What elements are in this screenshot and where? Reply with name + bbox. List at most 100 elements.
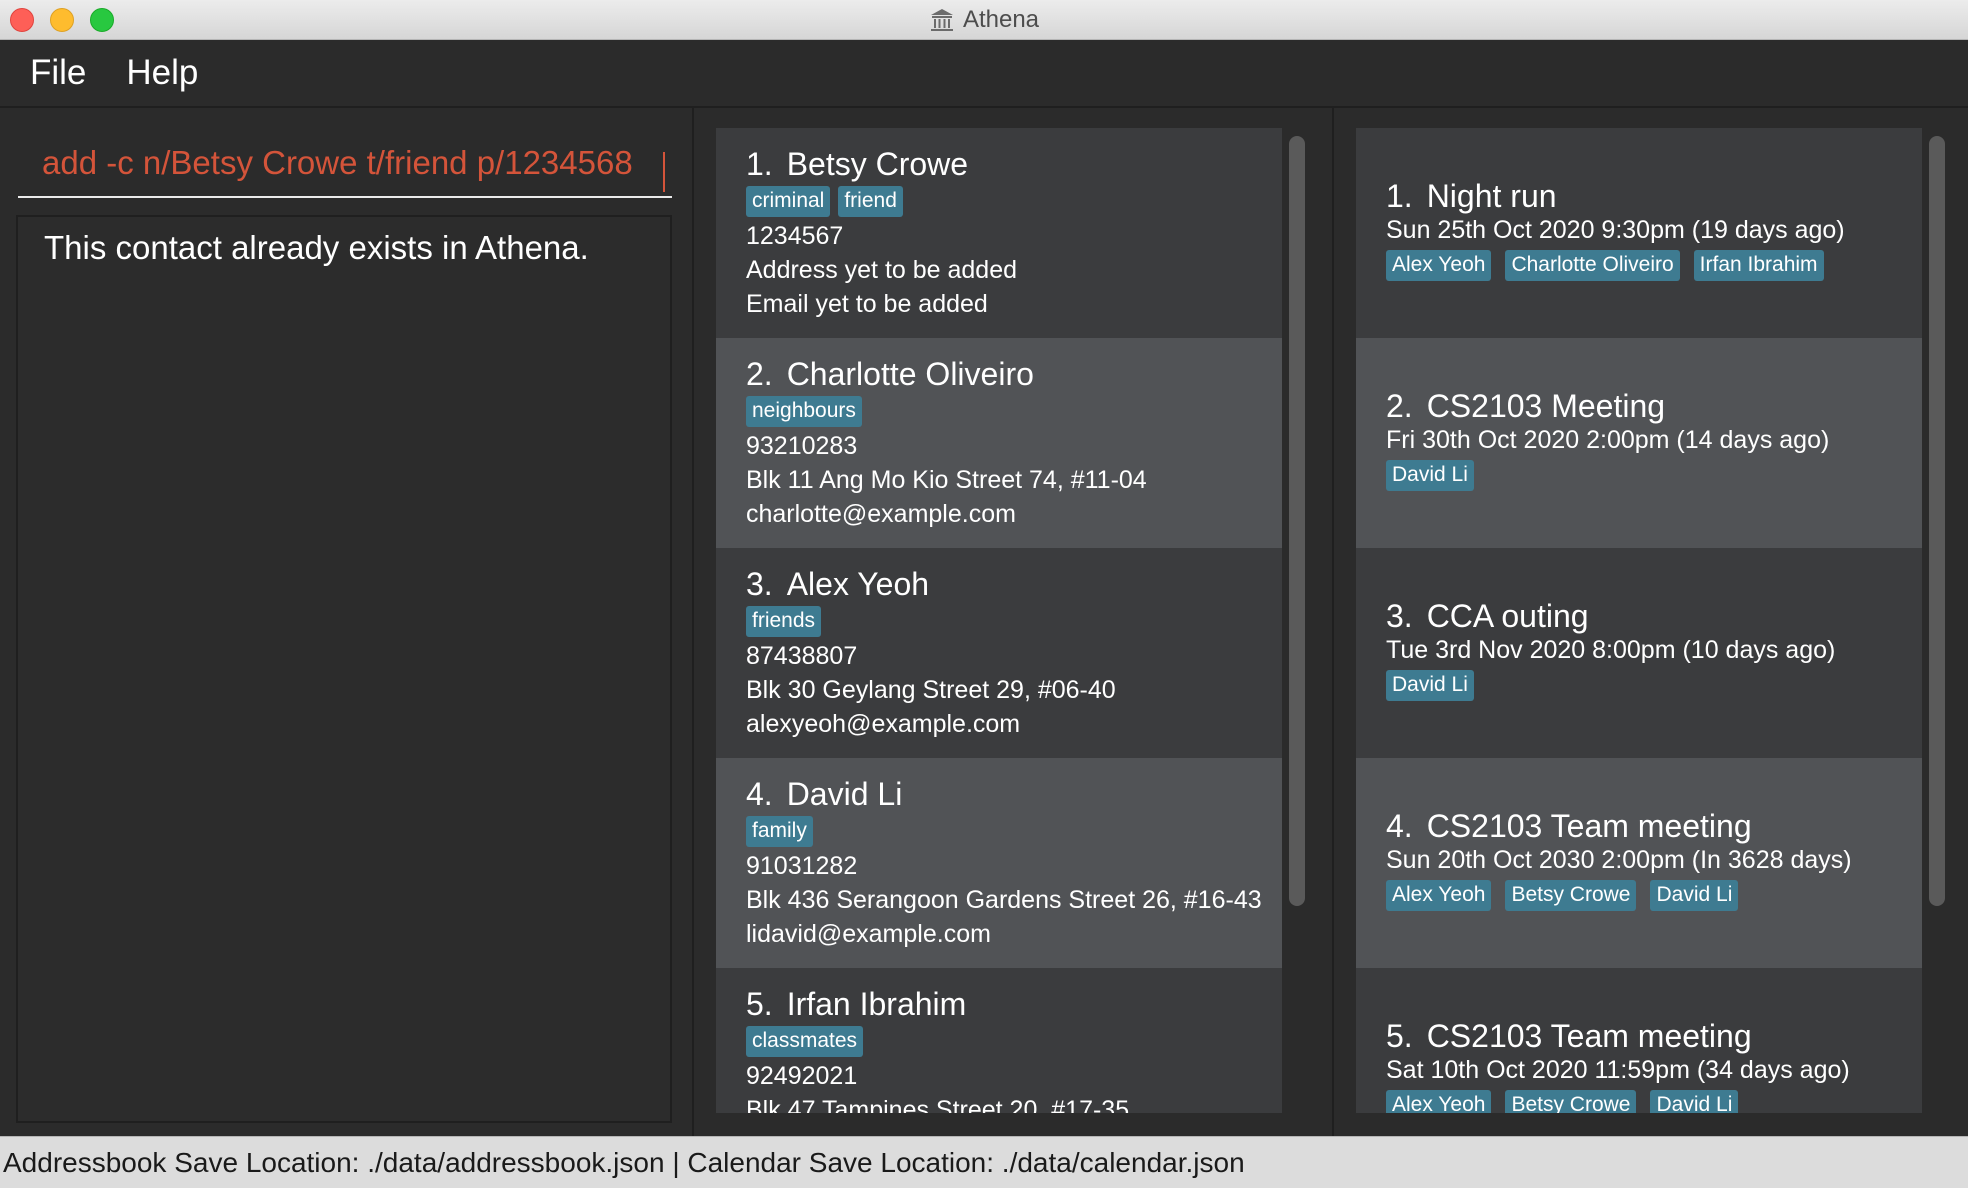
- event-person-tag: Alex Yeoh: [1386, 880, 1492, 911]
- contact-name-row: 5. Irfan Ibrahim: [746, 986, 966, 1023]
- contact-tags: neighbours: [746, 396, 862, 427]
- contact-tag: neighbours: [746, 396, 862, 427]
- contact-tag: criminal: [746, 186, 831, 217]
- save-location-text: Addressbook Save Location: ./data/addres…: [3, 1146, 1245, 1178]
- command-box: [18, 128, 672, 198]
- window-title: Athena: [962, 6, 1040, 33]
- contact-index: 5.: [746, 986, 773, 1022]
- contact-tags: family: [746, 816, 813, 847]
- contact-name: Irfan Ibrahim: [786, 986, 967, 1022]
- contact-index: 1.: [746, 146, 773, 182]
- event-name-row: 3. CCA outing: [1386, 598, 1589, 635]
- event-people: David Li: [1386, 460, 1474, 491]
- window-title-group: Athena: [0, 0, 1968, 40]
- event-card[interactable]: 1. Night run Sun 25th Oct 2020 9:30pm (19…: [1356, 128, 1922, 338]
- contact-card[interactable]: 3. Alex Yeoh friends 87438807 Blk 30 Geyl…: [716, 548, 1282, 758]
- event-name: CS2103 Team meeting: [1426, 1018, 1752, 1054]
- event-people: Alex Yeoh Charlotte Oliveiro Irfan Ibrah…: [1386, 250, 1824, 281]
- result-message: This contact already exists in Athena.: [44, 229, 589, 266]
- event-card[interactable]: 2. CS2103 Meeting Fri 30th Oct 2020 2:00p…: [1356, 338, 1922, 548]
- contact-card[interactable]: 4. David Li family 91031282 Blk 436 Seran…: [716, 758, 1282, 968]
- event-person-tag: David Li: [1386, 670, 1474, 701]
- event-index: 3.: [1386, 598, 1413, 634]
- event-datetime: Fri 30th Oct 2020 2:00pm (14 days ago): [1386, 426, 1830, 454]
- menu-file[interactable]: File: [30, 53, 86, 93]
- contact-email: lidavid@example.com: [746, 920, 991, 948]
- contact-tag: friends: [746, 606, 822, 637]
- contact-phone: 93210283: [746, 432, 858, 460]
- event-name: Night run: [1426, 178, 1557, 214]
- contact-list-pane: 1. Betsy Crowe criminal friend 1234567 Ad…: [694, 108, 1334, 1136]
- event-person-tag: David Li: [1386, 460, 1474, 491]
- event-list-pane: 1. Night run Sun 25th Oct 2020 9:30pm (19…: [1334, 108, 1968, 1136]
- contact-name: Charlotte Oliveiro: [786, 356, 1034, 392]
- event-datetime: Sun 25th Oct 2020 9:30pm (19 days ago): [1386, 216, 1845, 244]
- contact-tags: criminal friend: [746, 186, 903, 217]
- event-people: Alex Yeoh Betsy Crowe David Li: [1386, 880, 1739, 911]
- event-people: Alex Yeoh Betsy Crowe David Li: [1386, 1090, 1739, 1113]
- contact-phone: 87438807: [746, 642, 858, 670]
- contact-phone: 1234567: [746, 222, 844, 250]
- event-name: CS2103 Team meeting: [1426, 808, 1752, 844]
- event-name-row: 4. CS2103 Team meeting: [1386, 808, 1752, 845]
- result-display: This contact already exists in Athena.: [16, 215, 672, 1123]
- contact-name-row: 2. Charlotte Oliveiro: [746, 356, 1034, 393]
- contact-tag: friend: [838, 186, 903, 217]
- event-datetime: Sat 10th Oct 2020 11:59pm (34 days ago): [1386, 1056, 1850, 1084]
- event-index: 5.: [1386, 1018, 1413, 1054]
- event-list-scrollbar[interactable]: [1929, 136, 1945, 906]
- contact-name: Betsy Crowe: [786, 146, 969, 182]
- event-person-tag: David Li: [1650, 1090, 1739, 1113]
- contact-address: Address yet to be added: [746, 256, 1018, 284]
- contact-name: David Li: [786, 776, 903, 812]
- window-titlebar: Athena: [0, 0, 1968, 40]
- contact-index: 2.: [746, 356, 773, 392]
- event-name: CS2103 Meeting: [1426, 388, 1666, 424]
- contact-list-scrollbar[interactable]: [1289, 136, 1305, 906]
- event-person-tag: David Li: [1650, 880, 1739, 911]
- contact-phone: 91031282: [746, 852, 858, 880]
- contact-index: 3.: [746, 566, 773, 602]
- contact-phone: 92492021: [746, 1062, 858, 1090]
- contact-address: Blk 30 Geylang Street 29, #06-40: [746, 676, 1116, 704]
- command-input[interactable]: [18, 128, 672, 196]
- contact-email: alexyeoh@example.com: [746, 710, 1021, 738]
- command-pane: This contact already exists in Athena.: [0, 108, 694, 1136]
- contact-card[interactable]: 2. Charlotte Oliveiro neighbours 93210283…: [716, 338, 1282, 548]
- athena-temple-icon: [930, 9, 953, 31]
- event-person-tag: Betsy Crowe: [1505, 1090, 1637, 1113]
- contact-list[interactable]: 1. Betsy Crowe criminal friend 1234567 Ad…: [716, 128, 1282, 1113]
- event-people: David Li: [1386, 670, 1474, 701]
- event-person-tag: Alex Yeoh: [1386, 250, 1492, 281]
- event-card[interactable]: 3. CCA outing Tue 3rd Nov 2020 8:00pm (10…: [1356, 548, 1922, 758]
- event-card[interactable]: 4. CS2103 Team meeting Sun 20th Oct 2030 …: [1356, 758, 1922, 968]
- event-name-row: 2. CS2103 Meeting: [1386, 388, 1665, 425]
- contact-tag: family: [746, 816, 813, 847]
- text-cursor: [663, 152, 665, 192]
- event-person-tag: Irfan Ibrahim: [1693, 250, 1824, 281]
- event-name-row: 1. Night run: [1386, 178, 1557, 215]
- contact-tags: friends: [746, 606, 822, 637]
- contact-address: Blk 436 Serangoon Gardens Street 26, #16…: [746, 886, 1262, 914]
- event-card[interactable]: 5. CS2103 Team meeting Sat 10th Oct 2020 …: [1356, 968, 1922, 1113]
- contact-email: Email yet to be added: [746, 290, 988, 318]
- menu-bar: File Help: [0, 40, 1968, 108]
- contact-card[interactable]: 1. Betsy Crowe criminal friend 1234567 Ad…: [716, 128, 1282, 338]
- event-index: 2.: [1386, 388, 1413, 424]
- event-person-tag: Charlotte Oliveiro: [1505, 250, 1680, 281]
- contact-email: charlotte@example.com: [746, 500, 1016, 528]
- event-datetime: Sun 20th Oct 2030 2:00pm (In 3628 days): [1386, 846, 1852, 874]
- event-index: 4.: [1386, 808, 1413, 844]
- event-datetime: Tue 3rd Nov 2020 8:00pm (10 days ago): [1386, 636, 1836, 664]
- event-person-tag: Betsy Crowe: [1505, 880, 1637, 911]
- contact-name-row: 1. Betsy Crowe: [746, 146, 968, 183]
- event-list[interactable]: 1. Night run Sun 25th Oct 2020 9:30pm (19…: [1356, 128, 1922, 1113]
- contact-name: Alex Yeoh: [786, 566, 930, 602]
- contact-name-row: 3. Alex Yeoh: [746, 566, 929, 603]
- menu-help[interactable]: Help: [126, 53, 198, 93]
- event-index: 1.: [1386, 178, 1413, 214]
- event-person-tag: Alex Yeoh: [1386, 1090, 1492, 1113]
- status-bar: Addressbook Save Location: ./data/addres…: [0, 1136, 1968, 1188]
- contact-tag: classmates: [746, 1026, 864, 1057]
- contact-card[interactable]: 5. Irfan Ibrahim classmates 92492021 Blk …: [716, 968, 1282, 1113]
